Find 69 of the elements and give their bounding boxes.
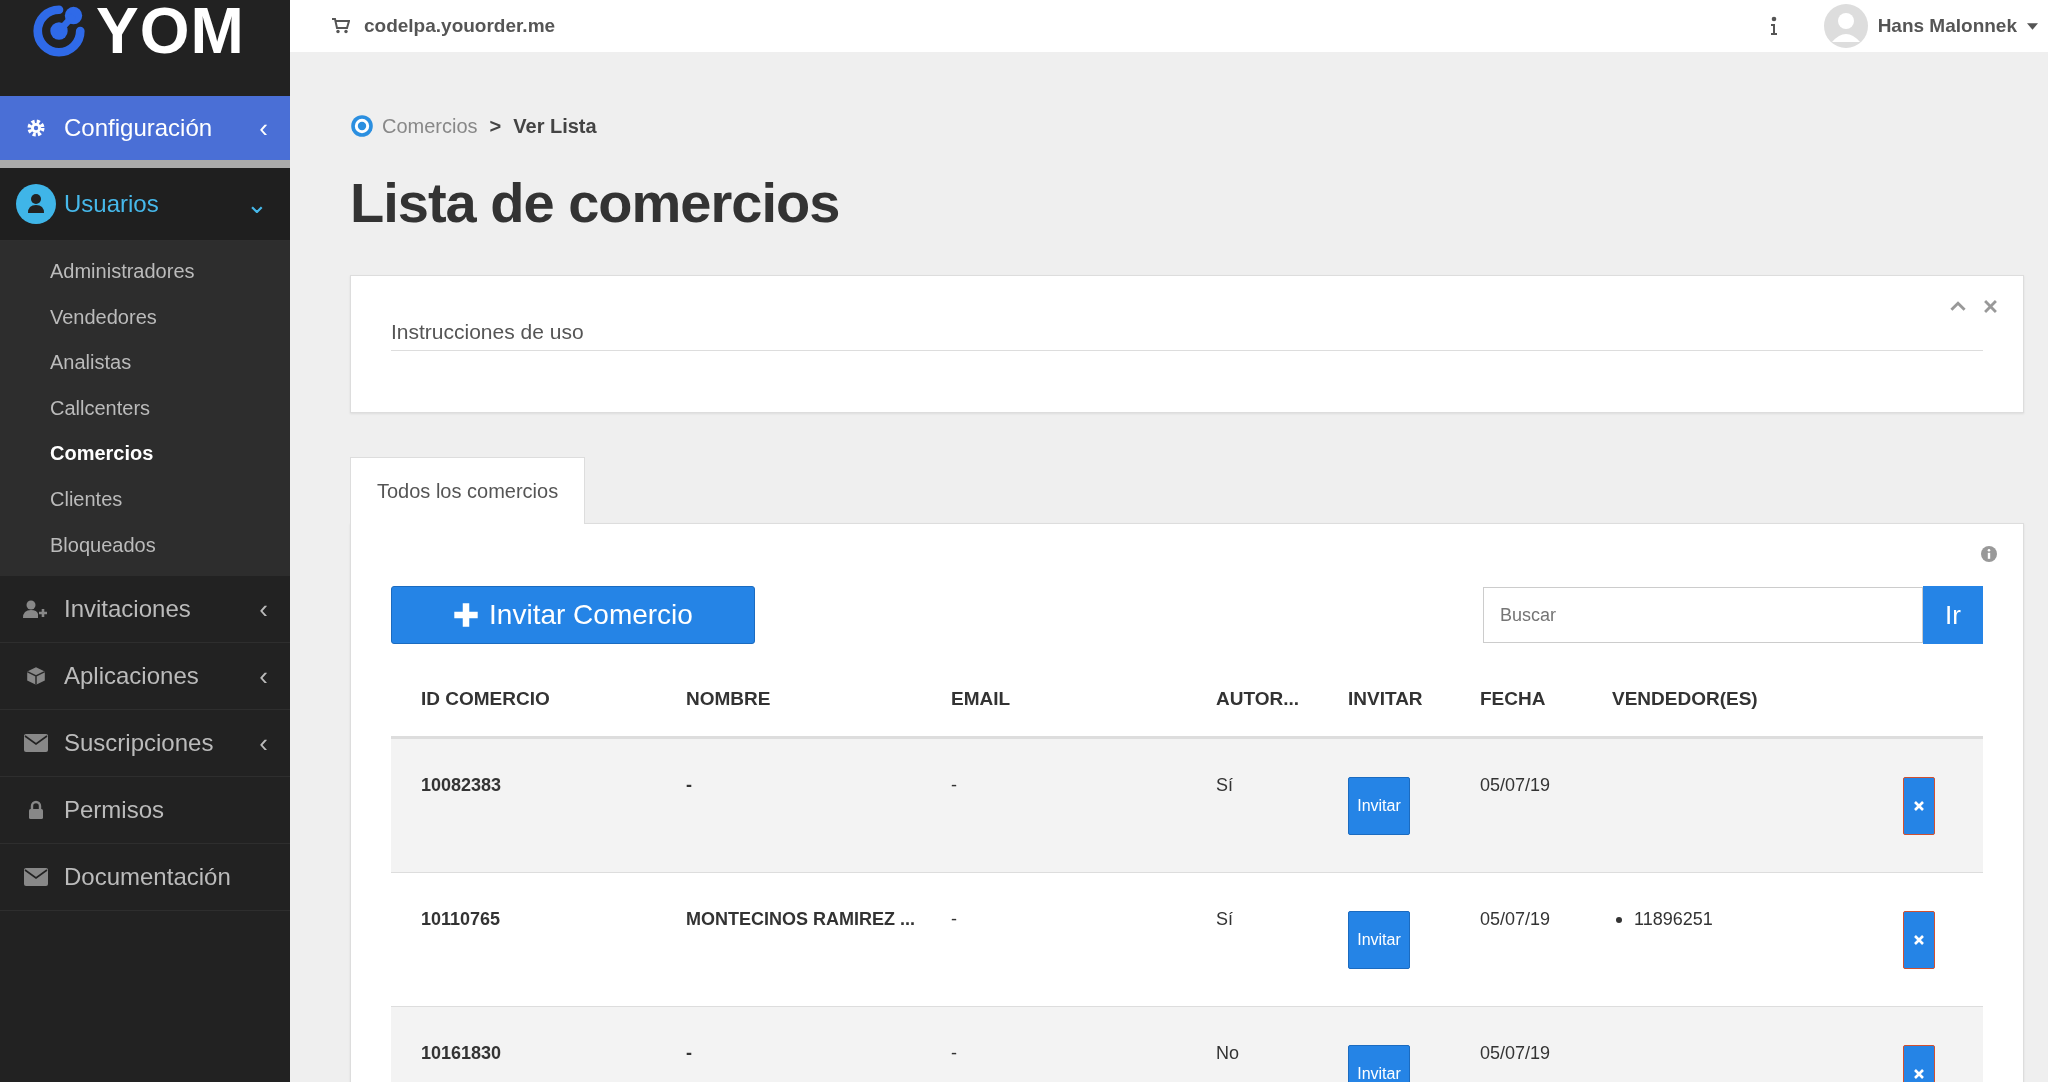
submenu-item[interactable]: Clientes — [0, 476, 290, 523]
user-icon — [16, 184, 56, 224]
user-plus-icon — [22, 599, 50, 620]
table-cell: 05/07/19 — [1480, 1043, 1551, 1063]
nav-item[interactable]: Permisos — [0, 777, 290, 845]
bullet-icon — [1616, 916, 1622, 923]
invite-button[interactable]: Invitar — [1348, 1045, 1410, 1082]
table-cell: Sí — [1216, 775, 1233, 795]
table-cell: 10082383 — [421, 775, 502, 795]
close-icon — [1914, 935, 1924, 945]
chevron-icon: ‹ — [259, 112, 268, 144]
table-cell: 05/07/19 — [1480, 775, 1551, 795]
submenu-item[interactable]: Comercios — [0, 431, 290, 477]
breadcrumb-separator: > — [489, 114, 502, 138]
cube-icon — [25, 665, 47, 688]
cart-icon — [332, 18, 350, 34]
close-icon — [1914, 801, 1924, 811]
table-cell: - — [686, 775, 692, 795]
invite-button[interactable]: Invitar — [1348, 777, 1410, 835]
site-url[interactable]: codelpa.youorder.me — [364, 15, 556, 37]
nav-item[interactable]: Suscripciones ‹ — [0, 710, 290, 778]
close-icon[interactable] — [1984, 300, 1997, 313]
info-icon[interactable] — [1769, 16, 1778, 36]
delete-button[interactable] — [1903, 911, 1935, 969]
collapse-icon[interactable] — [1950, 301, 1966, 312]
panel-title[interactable]: Instrucciones de uso — [391, 320, 1983, 351]
table-cell: 10110765 — [421, 909, 501, 929]
submenu-item[interactable]: Analistas — [0, 340, 290, 386]
chevron-icon: ⌄ — [246, 188, 268, 220]
table-cell: - — [951, 1043, 957, 1063]
tab[interactable]: Todos los comercios — [350, 457, 586, 524]
invite-button[interactable]: Invitar — [1348, 911, 1410, 969]
chevron-icon: ‹ — [259, 660, 268, 692]
nav-item[interactable]: Configuración ‹ — [0, 96, 290, 168]
nav-item[interactable]: Aplicaciones ‹ — [0, 643, 290, 711]
submenu-item[interactable]: Administradores — [0, 249, 290, 295]
logo-icon — [30, 2, 88, 60]
caret-icon — [2027, 22, 2038, 30]
envelope-icon — [24, 868, 48, 887]
submenu-item[interactable]: Callcenters — [0, 385, 290, 432]
delete-button[interactable] — [1903, 777, 1935, 835]
nav-item[interactable]: Documentación — [0, 844, 290, 912]
submenu-item[interactable]: Vendedores — [0, 294, 290, 341]
nav-item[interactable]: Invitaciones ‹ — [0, 576, 290, 644]
table-cell: - — [951, 775, 957, 795]
breadcrumb-current: Ver Lista — [513, 114, 597, 138]
table-cell: 10161830 — [421, 1043, 502, 1063]
table-cell: MONTECINOS RAMIREZ ... — [686, 909, 915, 929]
envelope-icon — [24, 734, 48, 753]
user-menu[interactable]: Hans Malonnek — [1877, 15, 2017, 37]
search-button[interactable]: Ir — [1923, 586, 1983, 644]
chevron-icon: ‹ — [259, 593, 268, 625]
seller-item: 11896251 — [1634, 909, 1713, 930]
table-cell: No — [1216, 1043, 1239, 1063]
logo-text: YOM — [96, 0, 245, 62]
plus-icon — [453, 602, 480, 628]
table-cell: 05/07/19 — [1480, 909, 1551, 929]
page-title: Lista de comercios — [350, 170, 841, 235]
close-icon — [1914, 1069, 1924, 1079]
gear-icon — [26, 118, 46, 138]
table-cell: Sí — [1216, 909, 1233, 929]
table-cell: - — [951, 909, 957, 929]
search-field[interactable]: Buscar — [1483, 587, 1923, 643]
table-cell: - — [686, 1043, 692, 1063]
target-icon — [350, 114, 374, 138]
chevron-icon: ‹ — [259, 727, 268, 759]
submenu-item[interactable]: Bloqueados — [0, 522, 290, 569]
invite-button[interactable]: Invitar Comercio — [391, 586, 755, 644]
lock-icon — [28, 800, 44, 821]
